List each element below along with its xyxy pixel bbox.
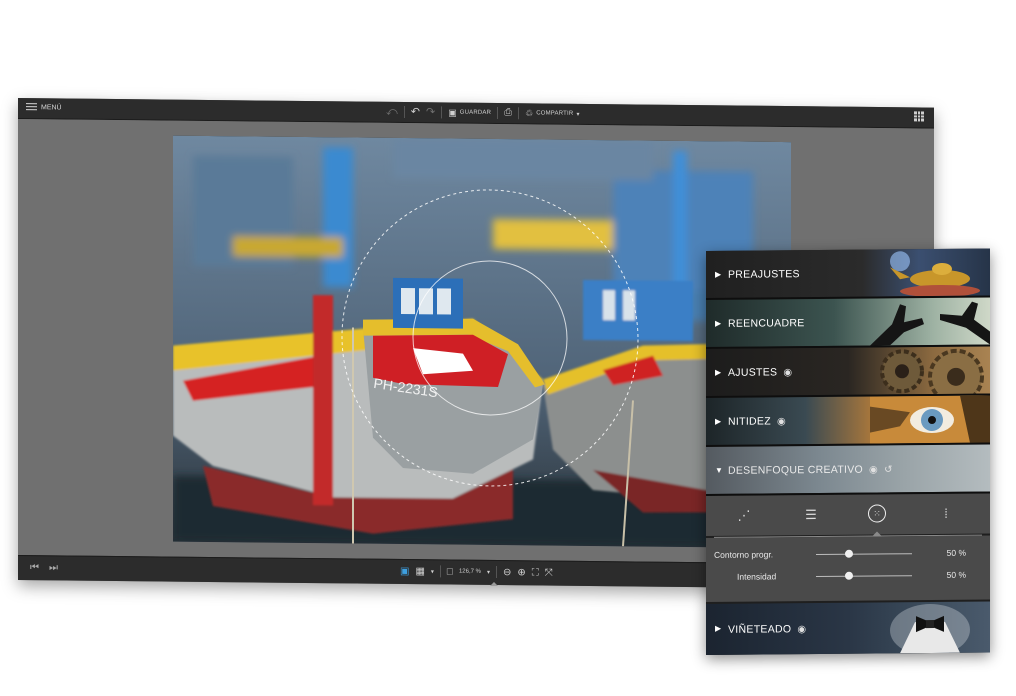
adjustments-panel: ▶ PREAJUSTES ▶ REENCUADRE ▶ AJUSTES ◉ ▶ … [706, 248, 990, 655]
slider-track[interactable] [816, 575, 912, 578]
lamp-artwork [890, 251, 980, 297]
collapse-caret-icon: ▼ [715, 465, 724, 475]
save-button[interactable]: ▣ GUARDAR [448, 106, 491, 120]
section-nitidez[interactable]: ▶ NITIDEZ ◉ [706, 395, 990, 447]
zoom-out-icon[interactable]: ⊖ [503, 567, 511, 578]
section-preajustes[interactable]: ▶ PREAJUSTES [706, 248, 990, 300]
fit-icon[interactable]: □ [447, 566, 453, 577]
slider-knob[interactable] [845, 571, 853, 580]
redo-icon[interactable]: ↷ [426, 105, 435, 119]
reset-icon[interactable]: ↺ [884, 464, 893, 475]
actual-size-icon[interactable]: ⤧ [545, 567, 553, 578]
divider [496, 566, 498, 579]
dots-blur-icon[interactable]: ⁞ [936, 504, 956, 524]
divider [439, 565, 441, 578]
blur-type-selector: ⋰ ☰ ⁙ ⁞ [706, 493, 990, 536]
divider [441, 106, 443, 119]
slider-label: Contorno progr. [714, 549, 774, 560]
image-navigation: ⏮ ⏭ [30, 562, 58, 573]
photo[interactable]: PH-2231S [173, 135, 791, 549]
divider [497, 107, 499, 120]
expand-caret-icon: ▶ [715, 416, 722, 426]
intensity-slider-row: Intensidad 50 % [706, 566, 990, 588]
gears-artwork [880, 348, 984, 395]
menu-button[interactable]: MENÚ [26, 103, 62, 111]
expand-caret-icon: ▶ [715, 367, 722, 377]
hamburger-icon [26, 103, 37, 111]
tilt-shift-band-icon[interactable]: ☰ [801, 505, 821, 525]
slider-value: 50 % [946, 547, 966, 558]
first-image-icon[interactable]: ⏮ [30, 562, 39, 573]
zoom-level[interactable]: 126,7 % [459, 569, 481, 575]
eye-icon[interactable]: ◉ [777, 416, 786, 427]
filmstrip-toggle-icon[interactable] [490, 581, 498, 587]
radial-blur-icon[interactable]: ⁙ [868, 504, 886, 523]
section-desenfoque-creativo[interactable]: ▼ DESENFOQUE CREATIVO ◉ ↺ [706, 444, 990, 496]
section-label: NITIDEZ [728, 415, 771, 428]
share-icon: ♲ [525, 108, 534, 119]
divider [403, 106, 405, 119]
slider-track[interactable] [816, 553, 912, 556]
tiger-eye-artwork [870, 395, 990, 444]
print-icon[interactable]: ⎙ [504, 106, 512, 120]
divider [518, 107, 520, 120]
section-label: AJUSTES [728, 366, 778, 379]
expand-caret-icon: ▶ [715, 623, 722, 633]
eye-icon[interactable]: ◉ [869, 464, 878, 475]
last-image-icon[interactable]: ⏭ [49, 562, 58, 573]
undo-icon[interactable]: ↶ [411, 105, 420, 119]
section-label: REENCUADRE [728, 317, 805, 330]
expand-caret-icon: ▶ [715, 269, 722, 279]
edit-tools: ⤺ ↶ ↷ ▣ GUARDAR ⎙ ♲ COMPARTIR ▾ [386, 105, 580, 121]
bowtie-man-artwork [890, 604, 970, 654]
section-label: PREAJUSTES [728, 268, 800, 281]
single-view-icon[interactable]: ▣ [400, 566, 409, 577]
eye-icon[interactable]: ◉ [797, 624, 806, 635]
slider-knob[interactable] [845, 549, 853, 558]
menu-label: MENÚ [41, 103, 62, 111]
section-vineteado[interactable]: ▶ VIÑETEADO ◉ [706, 601, 990, 655]
compare-view-icon[interactable]: ▦ [415, 566, 424, 577]
grid-view-icon[interactable] [914, 111, 924, 122]
share-caret-icon: ▾ [576, 111, 580, 118]
expand-caret-icon: ▶ [715, 318, 722, 328]
section-label: VIÑETEADO [728, 623, 792, 636]
compare-caret-icon[interactable]: ▾ [431, 568, 434, 575]
save-label: GUARDAR [459, 109, 492, 116]
section-reencuadre[interactable]: ▶ REENCUADRE [706, 297, 990, 349]
undo-all-icon[interactable]: ⤺ [386, 105, 398, 119]
share-label: COMPARTIR [536, 110, 574, 117]
slider-label: Intensidad [737, 571, 777, 582]
tilt-shift-linear-icon[interactable]: ⋰ [734, 506, 754, 526]
blur-sliders: Contorno progr. 50 % Intensidad 50 % [706, 535, 990, 602]
section-ajustes[interactable]: ▶ AJUSTES ◉ [706, 346, 990, 398]
save-icon: ▣ [448, 107, 457, 118]
zoom-in-icon[interactable]: ⊕ [517, 567, 525, 578]
share-button[interactable]: ♲ COMPARTIR ▾ [525, 106, 580, 121]
section-label: DESENFOQUE CREATIVO [728, 463, 864, 477]
view-tools: ▣ ▦ ▾ □ 126,7 % ▾ ⊖ ⊕ ⛶ ⤧ [400, 564, 553, 580]
slider-value: 50 % [946, 569, 966, 580]
hands-frame-artwork [870, 301, 990, 346]
eye-icon[interactable]: ◉ [783, 367, 792, 378]
feather-slider-row: Contorno progr. 50 % [706, 544, 990, 566]
boats-photo: PH-2231S [173, 135, 791, 549]
fit-screen-icon[interactable]: ⛶ [532, 567, 539, 578]
zoom-caret-icon[interactable]: ▾ [487, 568, 490, 575]
